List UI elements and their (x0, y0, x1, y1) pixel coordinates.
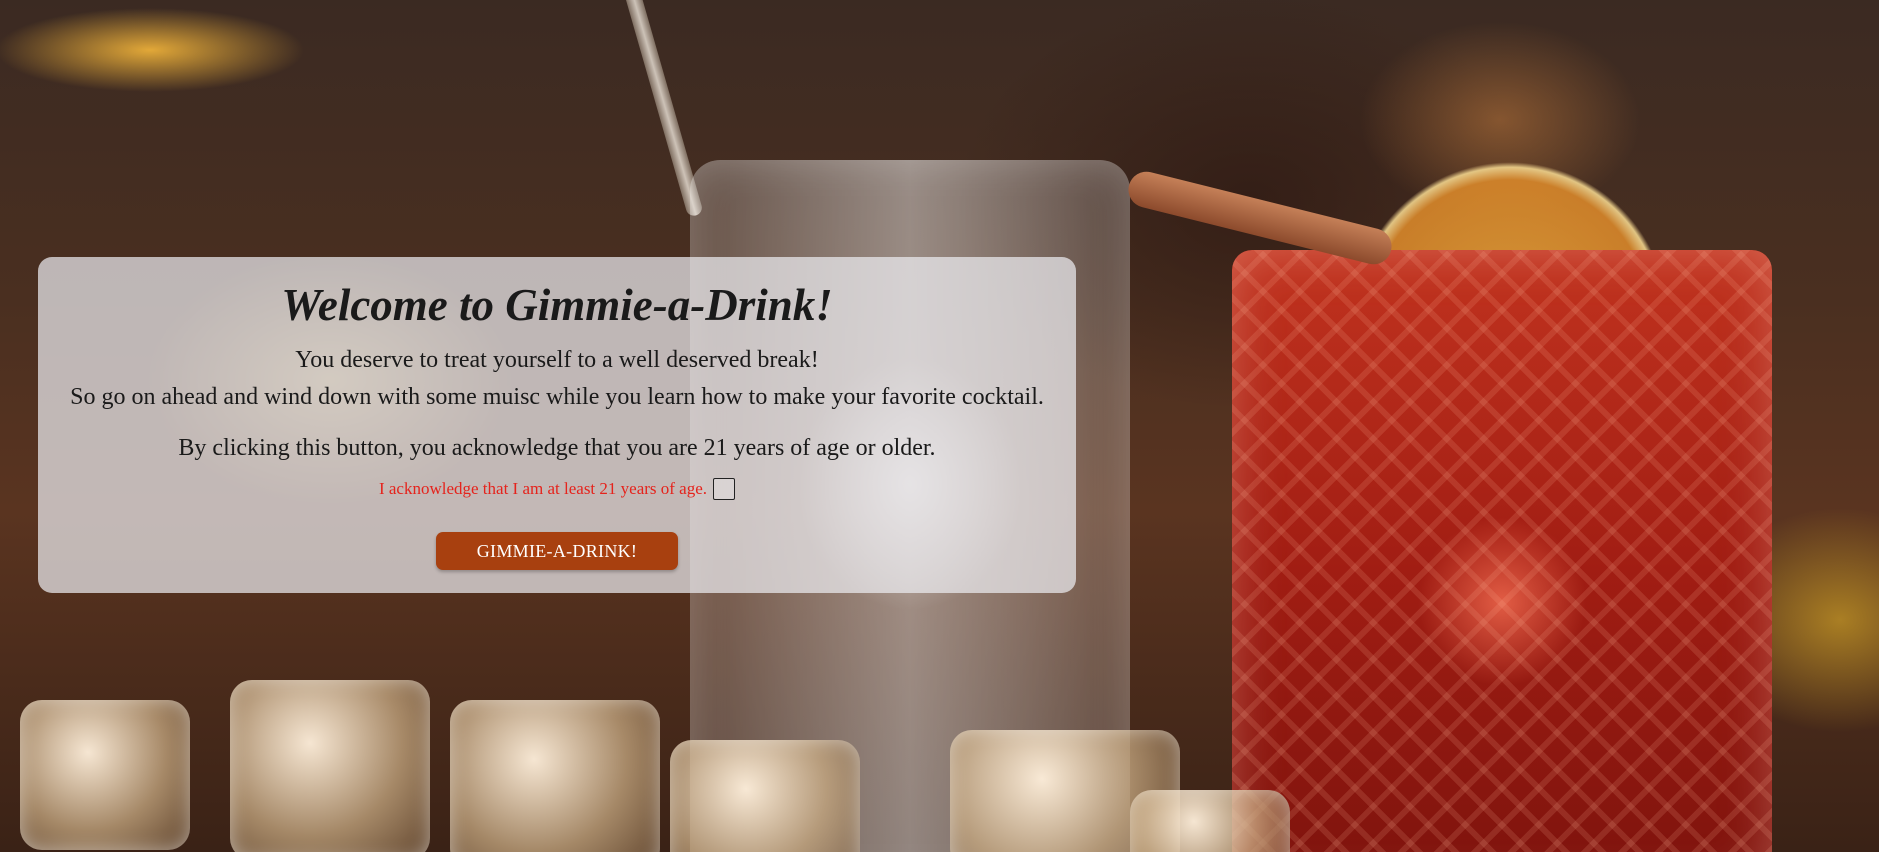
acknowledge-row: I acknowledge that I am at least 21 year… (38, 478, 1076, 500)
ice-cube (230, 680, 430, 852)
ice-cube (20, 700, 190, 850)
intro-line-1: You deserve to treat yourself to a well … (295, 347, 819, 373)
intro-line-2: So go on ahead and wind down with some m… (70, 384, 1044, 410)
gimmie-a-drink-button[interactable]: GIMMIE-A-DRINK! (436, 532, 678, 570)
ice-cube (670, 740, 860, 852)
welcome-panel: Welcome to Gimmie-a-Drink! You deserve t… (38, 257, 1076, 593)
cocktail-glass (1232, 250, 1772, 852)
acknowledge-checkbox[interactable] (713, 478, 736, 500)
page-title: Welcome to Gimmie-a-Drink! (281, 280, 833, 330)
ice-cube (450, 700, 660, 852)
acknowledge-label[interactable]: I acknowledge that I am at least 21 year… (379, 479, 707, 499)
ice-cube (1130, 790, 1290, 852)
age-notice: By clicking this button, you acknowledge… (178, 435, 936, 461)
